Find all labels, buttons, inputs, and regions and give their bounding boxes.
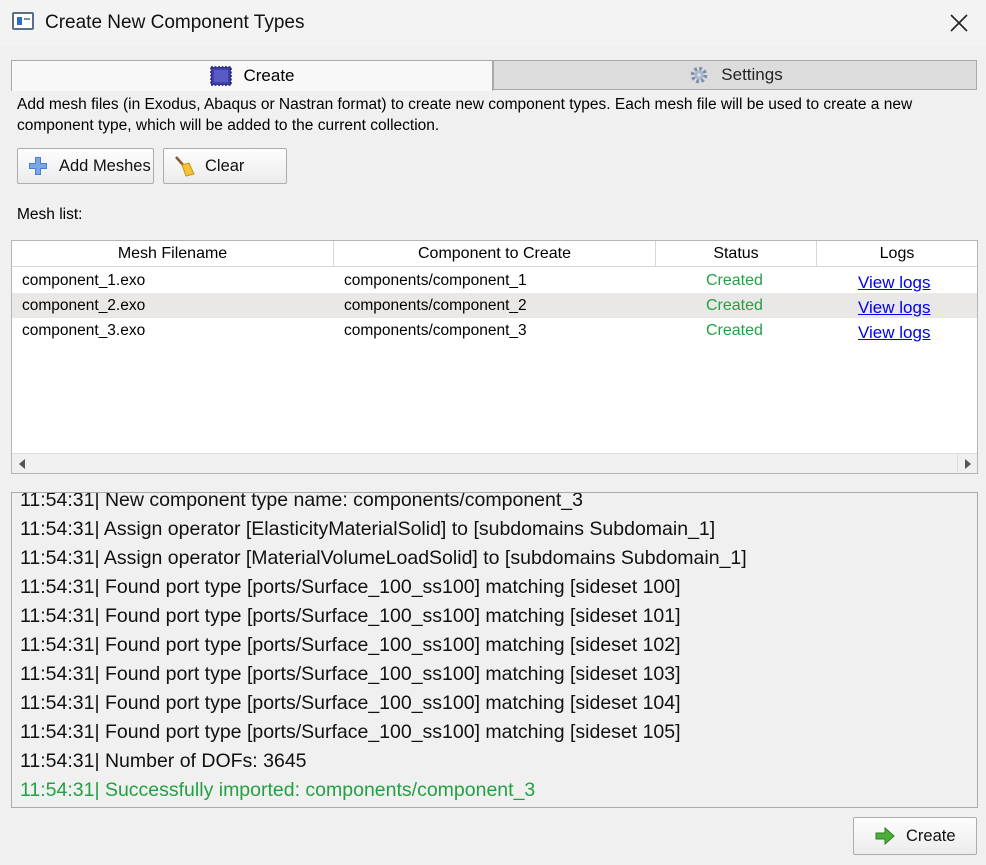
- horizontal-scrollbar[interactable]: [12, 453, 977, 473]
- mesh-table[interactable]: Mesh Filename Component to Create Status…: [11, 240, 978, 474]
- cell-component: components/component_2: [344, 296, 527, 314]
- log-success-line: 11:54:31| Successfully imported: compone…: [20, 779, 536, 801]
- cell-status: Created: [706, 321, 763, 339]
- log-line: 11:54:31| Found port type [ports/Surface…: [20, 605, 681, 627]
- view-logs-link[interactable]: View logs: [858, 273, 930, 293]
- description-text: Add mesh files (in Exodus, Abaqus or Nas…: [17, 96, 913, 134]
- tab-create[interactable]: Create: [11, 60, 493, 91]
- tab-settings[interactable]: Settings: [493, 60, 977, 90]
- log-line: 11:54:31| Found port type [ports/Surface…: [20, 634, 681, 656]
- plus-icon: [29, 157, 47, 175]
- cell-component: components/component_3: [344, 321, 527, 339]
- close-button[interactable]: [942, 6, 976, 40]
- scroll-left-icon[interactable]: [12, 454, 32, 473]
- table-row[interactable]: component_1.exo components/component_1 C…: [12, 268, 977, 293]
- cell-filename: component_2.exo: [22, 296, 146, 314]
- tab-bar: Create Settings: [11, 60, 977, 91]
- log-output[interactable]: 11:54:31| New component type name: compo…: [11, 492, 978, 808]
- create-button[interactable]: Create: [853, 817, 977, 855]
- table-row[interactable]: component_3.exo components/component_3 C…: [12, 318, 977, 343]
- log-line: 11:54:31| Found port type [ports/Surface…: [20, 576, 681, 598]
- column-header-logs[interactable]: Logs: [817, 241, 977, 267]
- table-header: Mesh Filename Component to Create Status…: [12, 241, 977, 267]
- log-line: 11:54:31| New component type name: compo…: [20, 492, 583, 511]
- window-title: Create New Component Types: [45, 12, 305, 33]
- cell-filename: component_1.exo: [22, 271, 146, 289]
- view-logs-link[interactable]: View logs: [858, 298, 930, 318]
- tab-create-label: Create: [243, 66, 295, 85]
- scroll-right-icon[interactable]: [957, 454, 977, 473]
- view-logs-link[interactable]: View logs: [858, 323, 930, 343]
- app-icon: [12, 12, 34, 30]
- log-line: 11:54:31| Assign operator [ElasticityMat…: [20, 518, 716, 540]
- clear-label: Clear: [205, 156, 245, 175]
- tab-settings-label: Settings: [721, 65, 783, 84]
- gear-icon: [691, 66, 708, 84]
- add-meshes-label: Add Meshes: [59, 156, 151, 175]
- close-icon: [950, 14, 968, 32]
- log-line: 11:54:31| Assign operator [MaterialVolum…: [20, 547, 747, 569]
- table-row[interactable]: component_2.exo components/component_2 C…: [12, 293, 977, 318]
- column-header-status[interactable]: Status: [656, 241, 817, 267]
- title-bar: Create New Component Types: [0, 0, 986, 46]
- log-line: 11:54:31| Found port type [ports/Surface…: [20, 663, 681, 685]
- mesh-list-label: Mesh list:: [17, 206, 83, 223]
- column-header-filename[interactable]: Mesh Filename: [12, 241, 334, 267]
- column-header-component[interactable]: Component to Create: [334, 241, 656, 267]
- log-line: 11:54:31| Number of DOFs: 3645: [20, 750, 307, 772]
- cell-status: Created: [706, 296, 763, 314]
- arrow-right-icon: [875, 826, 895, 846]
- log-line: 11:54:31| Found port type [ports/Surface…: [20, 721, 681, 743]
- cell-component: components/component_1: [344, 271, 527, 289]
- clear-button[interactable]: Clear: [163, 148, 287, 184]
- add-meshes-button[interactable]: Add Meshes: [17, 148, 154, 184]
- cell-status: Created: [706, 271, 763, 289]
- cube-icon: [210, 66, 233, 86]
- log-line: 11:54:31| Found port type [ports/Surface…: [20, 692, 681, 714]
- cell-filename: component_3.exo: [22, 321, 146, 339]
- create-label: Create: [906, 826, 956, 845]
- broom-icon: [175, 156, 195, 177]
